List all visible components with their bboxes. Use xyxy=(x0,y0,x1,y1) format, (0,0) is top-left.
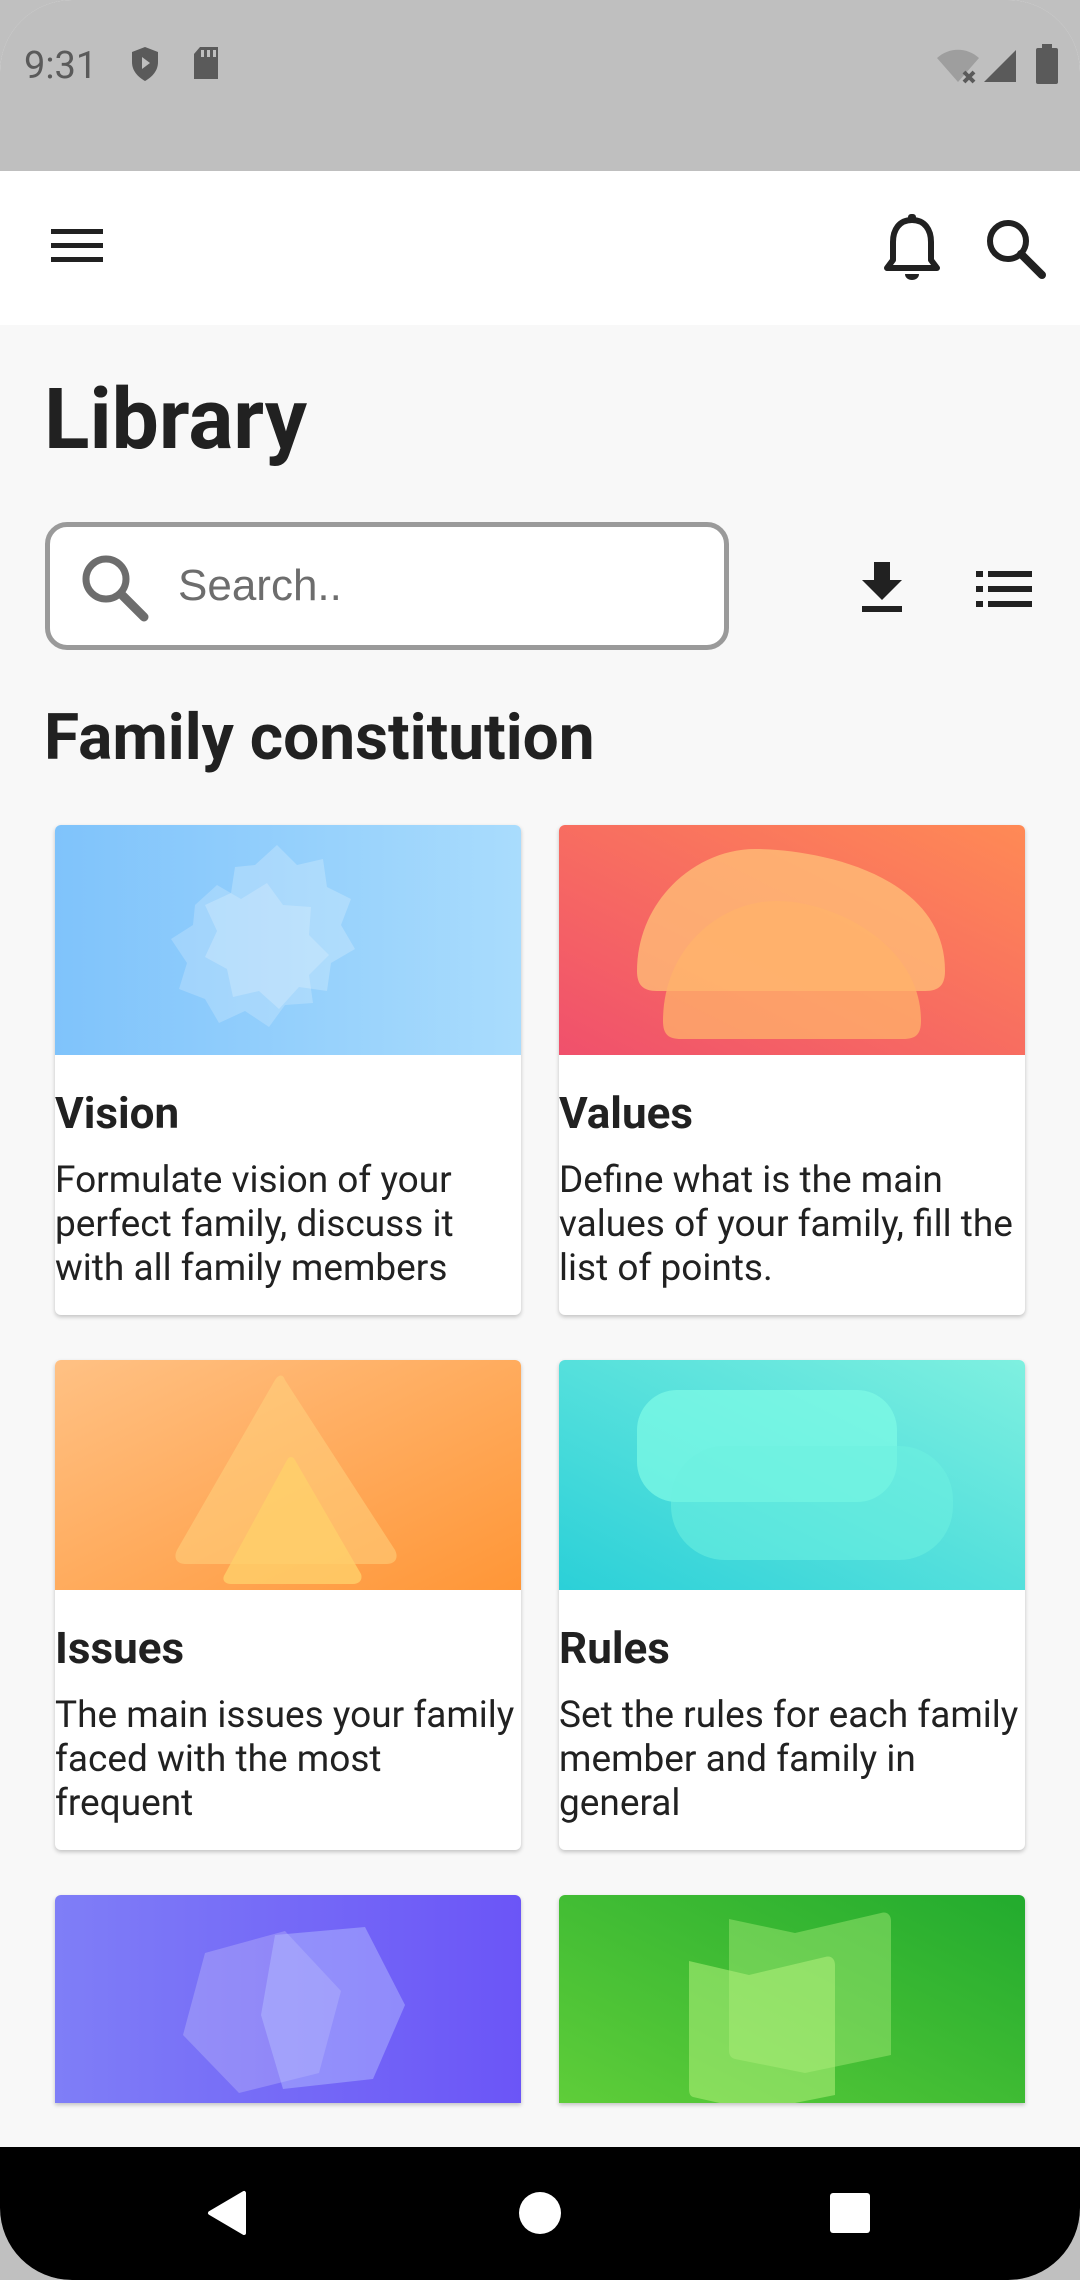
card-description: Formulate vision of your perfect family,… xyxy=(55,1159,454,1290)
search-input[interactable] xyxy=(178,551,698,621)
card-rules[interactable]: Rules Set the rules for each family memb… xyxy=(559,1360,1025,1850)
card-description: Define what is the main values of your f… xyxy=(559,1159,1013,1290)
issues-thumbnail xyxy=(55,1360,521,1590)
rules-thumbnail xyxy=(559,1360,1025,1590)
card-title: Values xyxy=(559,1087,693,1139)
page-title: Library xyxy=(44,370,308,469)
recents-icon[interactable] xyxy=(820,2183,880,2243)
card-title: Vision xyxy=(55,1087,180,1139)
card-6-thumbnail xyxy=(559,1895,1025,2103)
wifi-off-icon xyxy=(936,48,980,88)
library-content: Library Family constitution xyxy=(0,325,1080,2147)
menu-icon[interactable] xyxy=(40,216,114,276)
card-values[interactable]: Values Define what is the main values of… xyxy=(559,825,1025,1315)
card-title: Rules xyxy=(559,1622,670,1674)
card-vision[interactable]: Vision Formulate vision of your perfect … xyxy=(55,825,521,1315)
search-icon[interactable] xyxy=(982,215,1048,281)
search-icon xyxy=(78,551,150,627)
values-thumbnail xyxy=(559,825,1025,1055)
section-title: Family constitution xyxy=(44,700,595,775)
card-title: Issues xyxy=(55,1622,185,1674)
search-field[interactable] xyxy=(45,522,729,650)
shield-icon xyxy=(130,46,160,86)
signal-icon xyxy=(982,48,1018,88)
bell-icon[interactable] xyxy=(880,211,944,287)
battery-icon xyxy=(1036,44,1058,88)
app-screen: 9:31 Library Search.. Family constitutio… xyxy=(0,0,1080,2280)
status-time: 9:31 xyxy=(24,44,98,88)
vision-thumbnail xyxy=(55,825,521,1055)
card-description: Set the rules for each family member and… xyxy=(559,1694,1019,1825)
home-icon[interactable] xyxy=(510,2183,570,2243)
card-issues[interactable]: Issues The main issues your family faced… xyxy=(55,1360,521,1850)
card-description: The main issues your family faced with t… xyxy=(55,1694,515,1825)
status-bar: 9:31 xyxy=(0,0,1080,171)
sd-card-icon xyxy=(192,46,220,84)
list-view-icon[interactable] xyxy=(972,561,1036,617)
download-icon[interactable] xyxy=(852,557,912,617)
app-bar xyxy=(0,171,1080,325)
card-5-thumbnail xyxy=(55,1895,521,2103)
card-item-5[interactable] xyxy=(55,1895,521,2103)
nav-bar xyxy=(0,2147,1080,2280)
card-item-6[interactable] xyxy=(559,1895,1025,2103)
back-icon[interactable] xyxy=(196,2183,256,2243)
